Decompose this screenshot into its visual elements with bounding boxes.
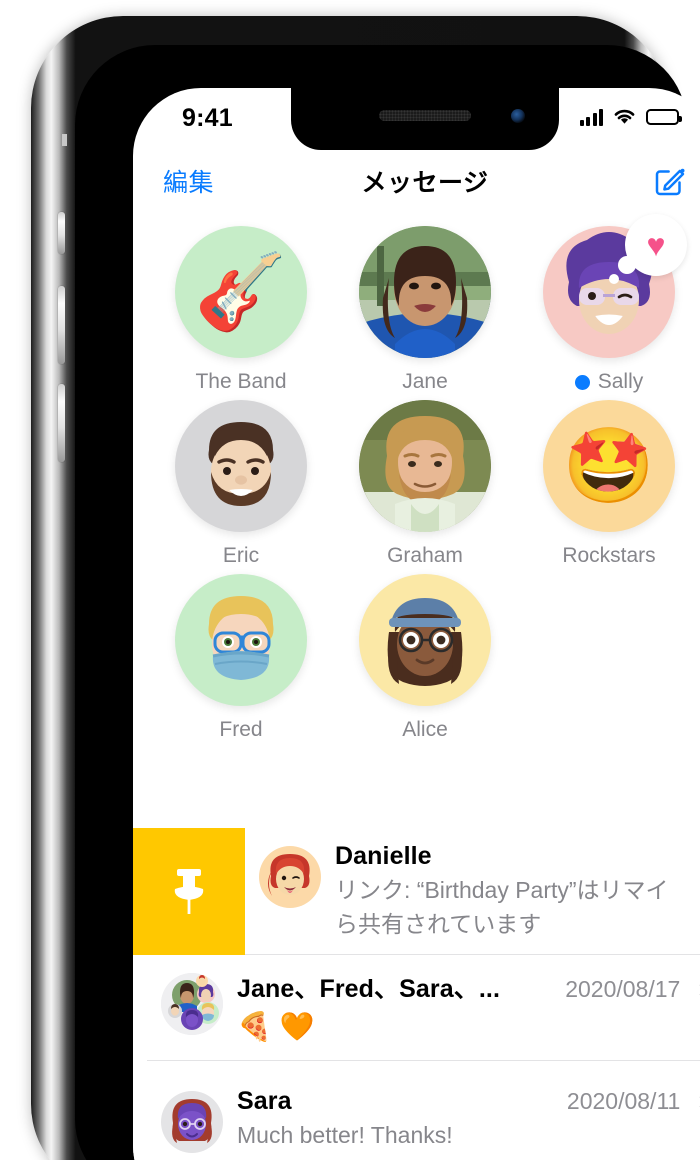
cellular-signal-icon (579, 108, 603, 126)
phone-screen: 9:41 編集 メッセージ 🎸 The Band Jane ♥ Sally Er… (133, 88, 700, 1160)
pinned-item-the-band[interactable]: 🎸 The Band (157, 226, 325, 394)
front-camera-icon (511, 109, 525, 123)
pinned-item-label: Rockstars (562, 544, 656, 567)
pinned-item-label: Alice (402, 718, 448, 741)
graham-photo (359, 400, 491, 532)
conversation-text: Danielle リンク: “Birthday Party”はリマイ ら共有され… (335, 842, 700, 940)
avatar[interactable] (359, 400, 491, 532)
pushpin-icon (174, 869, 204, 915)
pinned-item-sally[interactable]: ♥ Sally (525, 214, 693, 394)
pinned-item-empty (525, 574, 693, 742)
pinned-item-jane[interactable]: Jane (341, 226, 509, 394)
navigation-bar: 編集 メッセージ (133, 150, 700, 212)
device-notch (291, 88, 559, 150)
pinned-item-label: Jane (402, 370, 448, 393)
heart-reaction-badge: ♥ (609, 214, 687, 284)
conversation-content[interactable]: Jane、Fred、Sara、... 2020/08/17 › 🍕 🧡 (147, 955, 700, 1061)
screenshot-stage: 9:41 編集 メッセージ 🎸 The Band Jane ♥ Sally Er… (0, 0, 700, 1160)
group-avatar (161, 972, 223, 1035)
jane-photo (359, 226, 491, 358)
page-title: メッセージ (361, 169, 489, 197)
conversation-name: Danielle (335, 842, 432, 870)
battery-full-icon (646, 109, 682, 125)
pinned-item-graham[interactable]: Graham (341, 400, 509, 568)
conversation-preview-line-2: ら共有されています (335, 911, 542, 938)
compose-button[interactable] (653, 164, 687, 198)
pinned-row-1: 🎸 The Band Jane ♥ Sally (133, 214, 700, 394)
conversation-header: Sara 2020/08/11 › (237, 1087, 700, 1116)
conversation-name: Sara (237, 1086, 292, 1115)
edit-button[interactable]: 編集 (163, 163, 214, 199)
guitar-icon: 🎸 (194, 250, 288, 333)
pin-conversation-action[interactable] (133, 828, 245, 955)
eric-memoji (208, 422, 274, 506)
avatar[interactable] (359, 226, 491, 358)
avatar[interactable] (175, 574, 307, 706)
avatar[interactable]: 🎸 (175, 226, 307, 358)
avatar[interactable] (175, 400, 307, 532)
avatar[interactable] (359, 574, 491, 706)
avatar[interactable]: ♥ (543, 214, 687, 358)
pinned-item-fred[interactable]: Fred (157, 574, 325, 742)
pinned-item-label: Sally (574, 370, 643, 394)
mute-switch-button[interactable] (58, 212, 65, 254)
avatar (161, 1090, 223, 1153)
heart-icon: ♥ (646, 227, 666, 263)
status-indicators (579, 108, 682, 126)
unread-indicator-dot (574, 374, 590, 390)
conversation-header: Jane、Fred、Sara、... 2020/08/17 › (237, 969, 700, 1005)
avatar[interactable]: 🤩 (543, 400, 675, 532)
conversation-list: Danielle リンク: “Birthday Party”はリマイ ら共有され… (133, 828, 700, 1160)
conversation-row-sara[interactable]: Sara 2020/08/11 › Much better! Thanks! (133, 1072, 700, 1160)
iphone-device-frame: 9:41 編集 メッセージ 🎸 The Band Jane ♥ Sally Er… (31, 16, 700, 1160)
pinned-conversations-grid: 🎸 The Band Jane ♥ Sally Eric Graham 🤩 Ro… (133, 214, 700, 748)
earpiece-speaker-icon (379, 110, 471, 121)
group-avatar-cluster (161, 972, 223, 1035)
sara-memoji (172, 1098, 212, 1143)
device-bezel: 9:41 編集 メッセージ 🎸 The Band Jane ♥ Sally Er… (75, 45, 700, 1160)
pinned-item-label: Fred (219, 718, 263, 741)
conversation-text: Sara 2020/08/11 › Much better! Thanks! (237, 1087, 700, 1150)
pinned-item-alice[interactable]: Alice (341, 574, 509, 742)
pinned-item-label: Graham (387, 544, 463, 567)
pinned-item-eric[interactable]: Eric (157, 400, 325, 568)
conversation-content[interactable]: Danielle リンク: “Birthday Party”はリマイ ら共有され… (245, 828, 700, 955)
conversation-name: Jane、Fred、Sara、... (237, 974, 501, 1003)
wifi-icon (614, 109, 635, 124)
pinned-row-3: Fred Alice (133, 574, 700, 742)
conversation-header: Danielle (335, 842, 700, 871)
avatar (259, 846, 321, 908)
pinned-item-rockstars[interactable]: 🤩 Rockstars (525, 400, 693, 568)
conversation-preview-line-1: 🍕 🧡 (237, 1010, 315, 1042)
conversation-preview-line-1: リンク: “Birthday Party”はリマイ (335, 877, 669, 903)
conversation-date: 2020/08/11 (566, 1087, 681, 1114)
conversation-preview-line-1: Much better! Thanks! (237, 1121, 453, 1148)
volume-up-button[interactable] (58, 286, 65, 364)
pinned-row-2: Eric Graham 🤩 Rockstars (133, 400, 700, 568)
conversation-content[interactable]: Sara 2020/08/11 › Much better! Thanks! (147, 1073, 700, 1160)
antenna-line-left (62, 134, 67, 146)
conversation-row-group[interactable]: Jane、Fred、Sara、... 2020/08/17 › 🍕 🧡 (133, 954, 700, 1073)
conversation-row-danielle[interactable]: Danielle リンク: “Birthday Party”はリマイ ら共有され… (133, 828, 700, 955)
status-clock: 9:41 (182, 104, 233, 132)
pinned-item-label: The Band (195, 370, 287, 393)
compose-icon (655, 168, 685, 196)
volume-down-button[interactable] (58, 384, 65, 462)
conversation-text: Jane、Fred、Sara、... 2020/08/17 › 🍕 🧡 (237, 969, 700, 1046)
alice-memoji (387, 598, 463, 686)
star-struck-icon: 🤩 (562, 424, 656, 507)
conversation-date: 2020/08/17 (565, 975, 681, 1002)
fred-memoji (208, 596, 274, 680)
danielle-memoji (268, 854, 310, 896)
pinned-item-label: Eric (222, 544, 260, 567)
